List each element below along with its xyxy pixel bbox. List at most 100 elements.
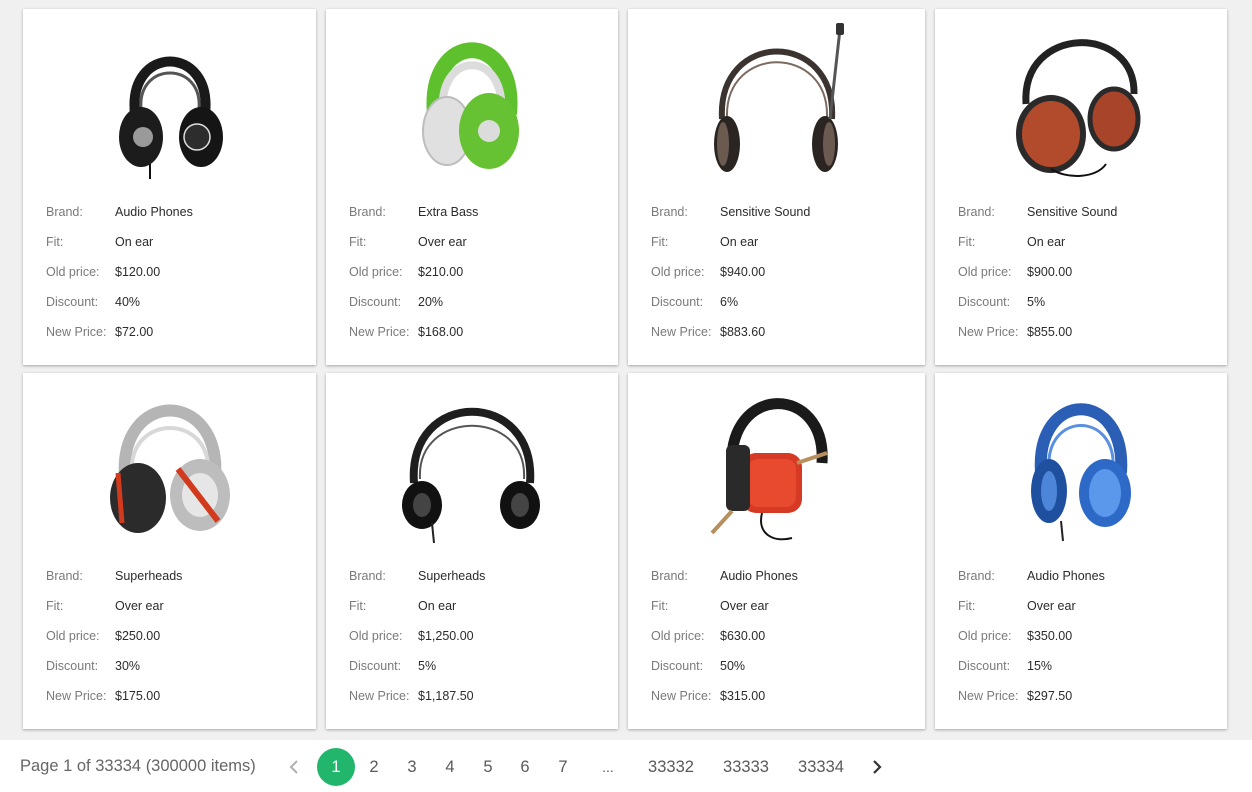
new-price-row: New Price: $855.00 <box>958 317 1217 347</box>
new-price-value: $297.50 <box>1027 689 1073 703</box>
brand-row: Brand: Extra Bass <box>349 197 608 227</box>
page-button-4[interactable]: 4 <box>438 748 462 786</box>
old-price-value: $120.00 <box>115 265 161 279</box>
green-headphones-image <box>326 19 618 179</box>
page-button-33332[interactable]: 33332 <box>643 748 699 786</box>
new-price-label: New Price: <box>651 325 712 339</box>
fit-label: Fit: <box>651 235 669 249</box>
page-button-33333[interactable]: 33333 <box>718 748 774 786</box>
new-price-row: New Price: $1,187.50 <box>349 681 608 711</box>
discount-label: Discount: <box>958 659 1011 673</box>
old-price-row: Old price: $210.00 <box>349 257 608 287</box>
next-page-button[interactable] <box>867 748 887 786</box>
discount-row: Discount: 20% <box>349 287 608 317</box>
chevron-left-icon <box>289 760 298 774</box>
discount-row: Discount: 30% <box>46 651 306 681</box>
discount-label: Discount: <box>651 659 704 673</box>
discount-row: Discount: 6% <box>651 287 915 317</box>
page-button-7[interactable]: 7 <box>551 748 575 786</box>
discount-value: 30% <box>115 659 141 673</box>
brand-row: Brand: Audio Phones <box>958 561 1217 591</box>
page-button-2[interactable]: 2 <box>362 748 386 786</box>
discount-label: Discount: <box>349 295 402 309</box>
page-button-33334[interactable]: 33334 <box>793 748 849 786</box>
headset-with-microphone-image <box>628 19 925 179</box>
product-card[interactable]: Brand: Sensitive Sound Fit: On ear Old pri… <box>935 9 1227 365</box>
fit-value: On ear <box>1027 235 1066 249</box>
product-fields: Brand: Extra Bass Fit: Over ear Old price:… <box>349 197 608 347</box>
fit-value: On ear <box>418 599 457 613</box>
discount-row: Discount: 5% <box>349 651 608 681</box>
old-price-label: Old price: <box>46 265 100 279</box>
page-info: Page 1 of 33334 (300000 items) <box>20 757 256 775</box>
new-price-value: $315.00 <box>720 689 766 703</box>
product-card[interactable]: Brand: Audio Phones Fit: Over ear Old pric… <box>935 373 1227 729</box>
new-price-label: New Price: <box>349 689 410 703</box>
blue-headphones-image <box>935 383 1227 543</box>
brand-value: Sensitive Sound <box>1027 205 1118 219</box>
fit-row: Fit: On ear <box>46 227 306 257</box>
old-price-row: Old price: $250.00 <box>46 621 306 651</box>
new-price-row: New Price: $175.00 <box>46 681 306 711</box>
brand-value: Audio Phones <box>720 569 798 583</box>
old-price-value: $900.00 <box>1027 265 1073 279</box>
discount-row: Discount: 50% <box>651 651 915 681</box>
discount-label: Discount: <box>349 659 402 673</box>
brand-row: Brand: Superheads <box>349 561 608 591</box>
page-button-3[interactable]: 3 <box>400 748 424 786</box>
product-fields: Brand: Audio Phones Fit: On ear Old price:… <box>46 197 306 347</box>
new-price-row: New Price: $72.00 <box>46 317 306 347</box>
old-price-value: $630.00 <box>720 629 766 643</box>
product-fields: Brand: Audio Phones Fit: Over ear Old pric… <box>651 561 915 711</box>
old-price-label: Old price: <box>958 629 1012 643</box>
old-price-row: Old price: $1,250.00 <box>349 621 608 651</box>
fit-row: Fit: On ear <box>349 591 608 621</box>
silver-red-headphones-image <box>23 383 316 543</box>
fit-label: Fit: <box>958 235 976 249</box>
old-price-label: Old price: <box>46 629 100 643</box>
discount-value: 20% <box>418 295 444 309</box>
product-card[interactable]: Brand: Audio Phones Fit: Over ear Old pric… <box>628 373 925 729</box>
page-button-6[interactable]: 6 <box>513 748 537 786</box>
old-price-label: Old price: <box>349 629 403 643</box>
page-button-5[interactable]: 5 <box>476 748 500 786</box>
new-price-row: New Price: $315.00 <box>651 681 915 711</box>
discount-value: 15% <box>1027 659 1053 673</box>
product-card[interactable]: Brand: Superheads Fit: Over ear Old price:… <box>23 373 316 729</box>
brand-label: Brand: <box>651 569 688 583</box>
black-minimal-headphones-image <box>326 383 618 543</box>
brand-value: Superheads <box>418 569 486 583</box>
page-ellipsis[interactable]: ... <box>596 748 620 786</box>
brand-value: Audio Phones <box>1027 569 1105 583</box>
new-price-value: $168.00 <box>418 325 464 339</box>
brand-label: Brand: <box>651 205 688 219</box>
discount-value: 6% <box>720 295 739 309</box>
fit-label: Fit: <box>958 599 976 613</box>
new-price-label: New Price: <box>958 689 1019 703</box>
old-price-row: Old price: $900.00 <box>958 257 1217 287</box>
brand-value: Extra Bass <box>418 205 479 219</box>
black-headphones-image <box>23 19 316 179</box>
brand-row: Brand: Sensitive Sound <box>958 197 1217 227</box>
product-card[interactable]: Brand: Audio Phones Fit: On ear Old price:… <box>23 9 316 365</box>
fit-label: Fit: <box>46 235 64 249</box>
old-price-row: Old price: $350.00 <box>958 621 1217 651</box>
old-price-label: Old price: <box>651 265 705 279</box>
page-button-1[interactable]: 1 <box>317 748 355 786</box>
red-brown-headphones-image <box>935 19 1227 179</box>
product-card[interactable]: Brand: Extra Bass Fit: Over ear Old price:… <box>326 9 618 365</box>
fit-label: Fit: <box>349 599 367 613</box>
discount-value: 5% <box>418 659 437 673</box>
product-fields: Brand: Superheads Fit: Over ear Old price:… <box>46 561 306 711</box>
discount-label: Discount: <box>958 295 1011 309</box>
fit-row: Fit: Over ear <box>651 591 915 621</box>
new-price-value: $883.60 <box>720 325 766 339</box>
product-card[interactable]: Brand: Superheads Fit: On ear Old price: $1… <box>326 373 618 729</box>
new-price-label: New Price: <box>46 325 107 339</box>
discount-row: Discount: 5% <box>958 287 1217 317</box>
prev-page-button[interactable] <box>284 748 304 786</box>
fit-row: Fit: On ear <box>958 227 1217 257</box>
product-card[interactable]: Brand: Sensitive Sound Fit: On ear Old pri… <box>628 9 925 365</box>
fit-value: Over ear <box>418 235 467 249</box>
fit-value: On ear <box>115 235 154 249</box>
